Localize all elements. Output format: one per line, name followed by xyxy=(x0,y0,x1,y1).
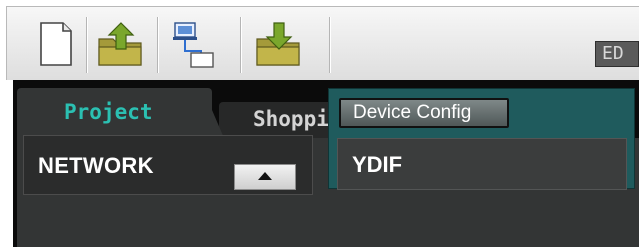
network-setup-button[interactable] xyxy=(167,19,219,71)
toolbar-separator xyxy=(157,17,159,73)
app-window: ED Shopping Mall Project NETWORK Device … xyxy=(0,0,639,247)
toolbar: ED xyxy=(6,6,639,80)
ydif-panel[interactable]: YDIF xyxy=(337,138,627,190)
network-panel: NETWORK xyxy=(23,135,313,195)
save-folder-icon xyxy=(256,22,300,66)
device-config-button[interactable]: Device Config xyxy=(339,98,509,128)
toolbar-separator xyxy=(329,17,331,73)
new-file-icon xyxy=(40,22,72,66)
scroll-up-button[interactable] xyxy=(234,164,296,190)
open-file-button[interactable] xyxy=(95,19,147,71)
tab-project[interactable]: Project xyxy=(17,88,224,138)
network-title: NETWORK xyxy=(38,153,154,178)
open-folder-icon xyxy=(98,22,142,66)
mode-badge: ED xyxy=(595,41,639,67)
toolbar-separator xyxy=(86,17,88,73)
toolbar-separator xyxy=(240,17,242,73)
save-file-button[interactable] xyxy=(253,19,305,71)
device-area: Device Config YDIF xyxy=(328,88,635,190)
ydif-label: YDIF xyxy=(352,152,403,177)
new-file-button[interactable] xyxy=(29,19,81,71)
workspace: Shopping Mall Project NETWORK Device Con… xyxy=(13,80,639,247)
scroll-up-arrow-icon xyxy=(258,172,272,180)
network-setup-icon xyxy=(173,22,214,68)
